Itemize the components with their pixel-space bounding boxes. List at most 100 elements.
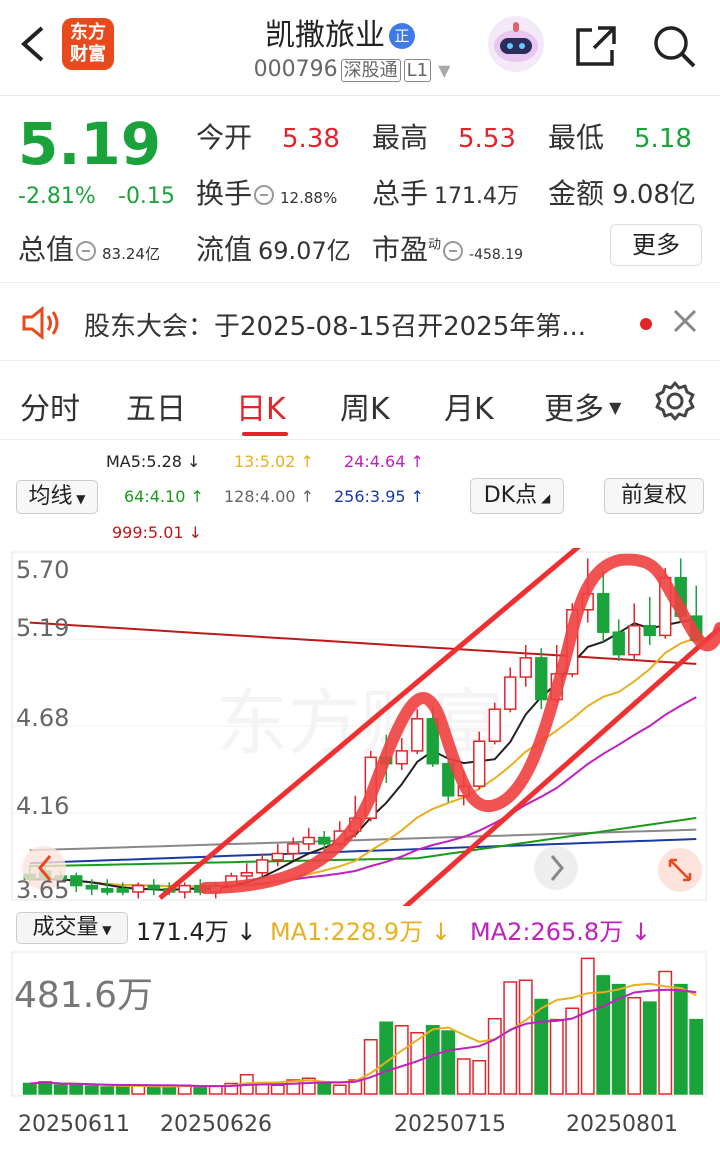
- date-label: 20250801: [566, 1112, 678, 1137]
- volume-bar: [69, 1083, 84, 1095]
- ma64-label: 64:4.10 ↑: [124, 487, 204, 506]
- y-axis-label: 5.70: [16, 556, 70, 584]
- more-quote-button[interactable]: 更多: [610, 224, 702, 266]
- dk-point-button[interactable]: DK点 ◢: [470, 478, 564, 514]
- volume-max-label: 481.6万: [14, 975, 154, 1016]
- volume-bar: [53, 1084, 68, 1095]
- back-icon[interactable]: [14, 22, 54, 66]
- last-price: 5.19: [18, 110, 162, 178]
- candle: [488, 708, 501, 742]
- market-cap-field: 总值 83.24亿: [18, 233, 160, 266]
- candle: [473, 740, 486, 787]
- volume-bar: [596, 975, 611, 1095]
- volume-indicator-select[interactable]: 成交量 ▼: [16, 912, 128, 944]
- volume-value: 171.4万 ↓: [136, 918, 257, 946]
- candle: [240, 872, 253, 877]
- info-eye-icon: [254, 185, 275, 205]
- candle: [628, 625, 641, 656]
- volume-field: 总手 171.4万: [372, 177, 519, 210]
- volume-bar: [100, 1086, 115, 1095]
- candle: [643, 625, 656, 637]
- ma-select[interactable]: 均线 ▼: [16, 480, 98, 514]
- ma13-label: 13:5.02 ↑: [234, 452, 314, 471]
- candle: [302, 836, 315, 845]
- info-eye-icon: [76, 241, 97, 261]
- volume-ma2: MA2:265.8万 ↓: [470, 918, 651, 946]
- info-eye-icon: [443, 241, 464, 261]
- tab-intraday[interactable]: 分时: [20, 384, 80, 428]
- volume-bar: [363, 1039, 378, 1095]
- volume-bar: [565, 1007, 580, 1095]
- candle: [535, 657, 548, 701]
- notice-text: 股东大会：于2025-08-15召开2025年第...: [84, 312, 587, 342]
- scroll-right-button: [534, 846, 578, 890]
- pe-field: 市盈动-458.19: [372, 233, 524, 266]
- volume-bar: [162, 1086, 177, 1095]
- volume-bar: [689, 1018, 704, 1095]
- volume-bar: [193, 1086, 208, 1095]
- volume-bar: [115, 1086, 130, 1095]
- y-axis-label: 4.68: [16, 704, 70, 732]
- candle: [612, 631, 625, 656]
- volume-bar: [673, 983, 688, 1095]
- level-tag: L1: [403, 59, 432, 82]
- watermark: 东方财富: [216, 684, 504, 764]
- volume-bar: [84, 1085, 99, 1095]
- close-icon[interactable]: [672, 308, 698, 334]
- change-percent: -2.81%: [18, 184, 96, 209]
- candle: [411, 718, 424, 752]
- tab-monthly-k[interactable]: 月K: [444, 384, 494, 428]
- ma256-label: 256:3.95 ↑: [334, 487, 425, 506]
- candle: [597, 592, 610, 633]
- volume-bar: [487, 1018, 502, 1095]
- tab-more[interactable]: 更多 ▼: [544, 384, 621, 428]
- volume-bar: [549, 1018, 564, 1095]
- volume-bar: [22, 1082, 37, 1095]
- stock-subtitle: 000796 深股通 L1 ▼: [253, 57, 451, 82]
- date-label: 20250626: [160, 1112, 272, 1137]
- share-icon[interactable]: [574, 24, 618, 68]
- unread-dot: [640, 318, 652, 330]
- turnover-field: 换手 12.88%: [196, 177, 338, 210]
- amount-field: 金额 9.08亿: [548, 177, 696, 210]
- enterprise-badge: 正: [389, 23, 415, 49]
- gear-icon[interactable]: [654, 380, 696, 422]
- volume-bar: [580, 957, 595, 1095]
- ma999-label: 999:5.01 ↓: [112, 523, 203, 542]
- app-header: 东方财富 凯撒旅业正 000796 深股通 L1 ▼: [0, 0, 720, 96]
- float-cap-field: 流值 69.07亿: [196, 233, 351, 266]
- volume-bar: [332, 1084, 347, 1095]
- y-axis-label: 3.65: [16, 876, 70, 904]
- candle: [147, 884, 160, 890]
- candlestick-chart[interactable]: 东方财富: [0, 548, 720, 906]
- volume-bar: [503, 981, 518, 1095]
- volume-bar: [456, 1058, 471, 1095]
- robot-assistant-icon[interactable]: [486, 14, 546, 74]
- tab-weekly-k[interactable]: 周K: [340, 384, 390, 428]
- volume-bar: [518, 979, 533, 1095]
- date-label: 20250611: [18, 1112, 130, 1137]
- tab-daily-k[interactable]: 日K: [236, 384, 286, 428]
- date-label: 20250715: [394, 1112, 506, 1137]
- volume-bar: [394, 1025, 409, 1095]
- notice-bar[interactable]: 股东大会：于2025-08-15召开2025年第...: [0, 290, 720, 358]
- ma5-label: MA5:5.28 ↓: [106, 452, 201, 471]
- adjust-button[interactable]: 前复权: [604, 478, 704, 514]
- candle: [101, 888, 114, 893]
- app-logo: 东方财富: [62, 18, 114, 70]
- ma24-label: 24:4.64 ↑: [344, 452, 424, 471]
- market-tag: 深股通: [340, 59, 401, 82]
- candle: [70, 875, 83, 887]
- change-amount: -0.15: [118, 184, 175, 209]
- active-tab-indicator: [242, 432, 288, 436]
- candle: [178, 884, 191, 893]
- search-icon[interactable]: [650, 22, 698, 70]
- candle: [519, 657, 532, 678]
- tab-five-day[interactable]: 五日: [126, 384, 186, 428]
- volume-bar: [642, 1001, 657, 1095]
- candle: [85, 884, 98, 890]
- stock-title: 凯撒旅业正: [230, 10, 450, 54]
- candle: [132, 884, 145, 893]
- candle: [256, 859, 269, 874]
- period-tabs: 分时 五日 日K 周K 月K 更多 ▼: [0, 366, 720, 440]
